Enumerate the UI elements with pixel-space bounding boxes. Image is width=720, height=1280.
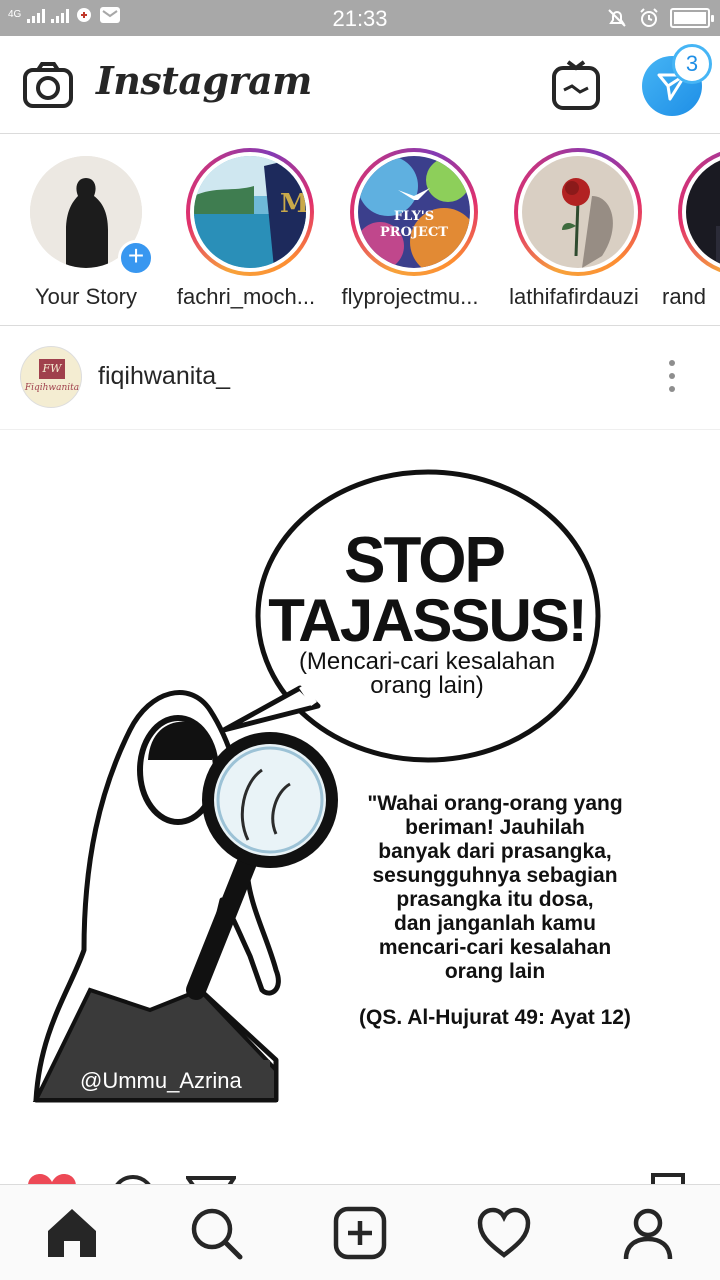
status-bar: 4G 21:33 — [0, 0, 720, 36]
profile-icon[interactable] — [620, 1205, 676, 1261]
svg-text:M: M — [280, 189, 306, 219]
camera-icon[interactable] — [22, 60, 74, 112]
story-avatar — [522, 156, 634, 268]
new-post-icon[interactable] — [332, 1205, 388, 1261]
story-fachri[interactable]: M fachri_moch... — [166, 148, 326, 318]
story-name: rand — [662, 284, 707, 309]
title-line1: STOP — [344, 524, 506, 597]
post-actions — [0, 1150, 720, 1186]
story-avatar — [686, 156, 720, 268]
story-ring: M — [186, 148, 314, 276]
quote-line: mencari-cari kesalahan — [378, 936, 612, 959]
quote-line: prasangka itu dosa, — [396, 888, 594, 911]
subtitle-line1: (Mencari-cari kesalahan — [298, 648, 556, 675]
story-flyproject[interactable]: FLY'S PROJECT flyprojectmu... — [330, 148, 490, 318]
story-name: fachri_moch... — [176, 284, 316, 309]
story-rand[interactable]: rand — [658, 148, 720, 318]
quote-line: dan janganlah kamu — [394, 912, 596, 935]
story-your-story[interactable]: + Your Story — [6, 148, 166, 318]
story-lathifa[interactable]: lathifafirdauzi — [494, 148, 654, 318]
avatar-mark: FW — [39, 359, 65, 379]
silent-bell-icon — [608, 9, 626, 27]
quote-text: "Wahai orang-orang yang beriman! Jauhila… — [340, 792, 650, 984]
stories-tray: + Your Story M fachri_moch... FLY'S PROJ… — [0, 134, 720, 326]
add-story-icon[interactable]: + — [118, 240, 154, 276]
post-username[interactable]: fiqihwanita_ — [98, 362, 230, 391]
quote-line: "Wahai orang-orang yang — [367, 792, 623, 815]
bottom-navigation — [0, 1184, 720, 1280]
story-ring — [514, 148, 642, 276]
subtitle-line2: orang lain) — [370, 672, 484, 699]
app-header: Instagram 3 — [0, 36, 720, 134]
post-header: FW Fiqihwanita fiqihwanita_ — [0, 326, 720, 430]
quote-line: banyak dari prasangka, — [378, 840, 612, 863]
story-ring: FLY'S PROJECT — [350, 148, 478, 276]
status-right-icons — [606, 7, 714, 29]
quote-line: orang lain — [444, 960, 546, 983]
home-icon[interactable] — [44, 1205, 100, 1261]
quote-line: beriman! Jauhilah — [405, 816, 585, 839]
image-credit: @Ummu_Azrina — [80, 1068, 242, 1093]
avatar-name: Fiqihwanita — [24, 383, 80, 393]
quran-reference: (QS. Al-Hujurat 49: Ayat 12) — [359, 1006, 631, 1029]
title-line2: TAJASSUS! — [268, 587, 588, 654]
story-avatar: FLY'S PROJECT — [358, 156, 470, 268]
flyproject-line2: PROJECT — [380, 225, 448, 240]
post-avatar[interactable]: FW Fiqihwanita — [20, 346, 82, 408]
dm-count-badge: 3 — [672, 44, 712, 84]
more-options-icon[interactable] — [662, 360, 682, 400]
igtv-icon[interactable] — [552, 60, 600, 110]
story-name: flyprojectmu... — [341, 284, 479, 309]
story-ring — [678, 148, 720, 276]
story-avatar: M — [194, 156, 306, 268]
battery-icon — [670, 8, 714, 28]
flyproject-line1: FLY'S — [394, 209, 434, 224]
story-name: Your Story — [35, 284, 137, 309]
post-image[interactable]: STOP TAJASSUS! (Mencari-cari kesalahan o… — [0, 430, 720, 1150]
instagram-logo: Instagram — [96, 58, 312, 103]
quote-line: sesungguhnya sebagian — [372, 864, 618, 887]
story-name: lathifafirdauzi — [509, 284, 639, 309]
subtitle: (Mencari-cari kesalahan orang lain) — [262, 650, 592, 698]
search-icon[interactable] — [188, 1205, 244, 1261]
alarm-icon — [640, 8, 658, 27]
activity-heart-icon[interactable] — [476, 1205, 532, 1261]
